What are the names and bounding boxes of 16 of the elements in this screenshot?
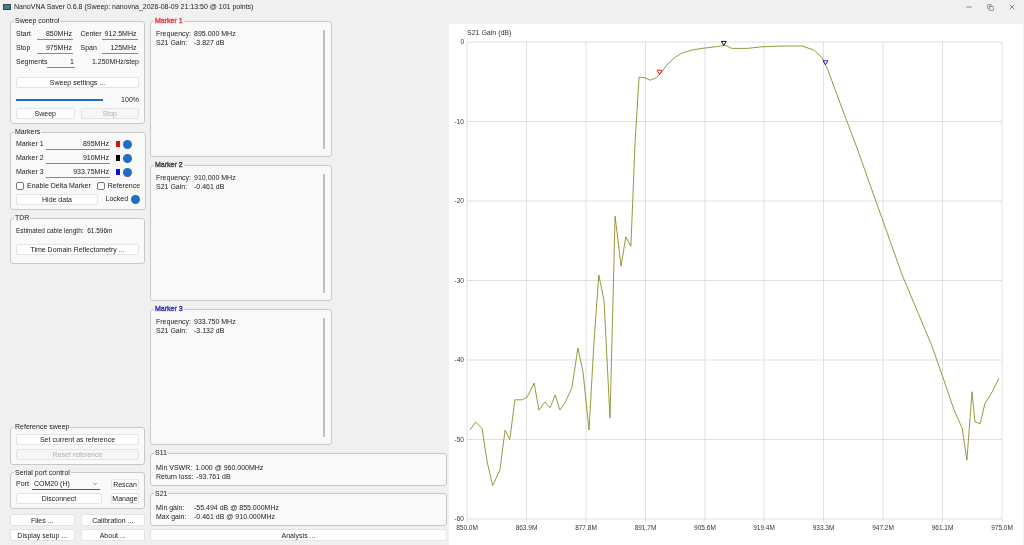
marker-triangle [720, 40, 727, 46]
scrollbar[interactable] [323, 317, 325, 437]
minimize-icon[interactable] [965, 3, 973, 11]
close-icon[interactable] [1008, 3, 1016, 11]
scrollbar[interactable] [323, 173, 325, 293]
checkbox[interactable] [16, 181, 24, 190]
chevron-down-icon [92, 481, 98, 487]
checkbox[interactable] [96, 181, 105, 190]
scrollbar[interactable] [323, 29, 325, 149]
app-icon [3, 4, 11, 10]
marker-color-swatch[interactable] [116, 141, 120, 147]
marker-color-swatch[interactable] [116, 169, 120, 175]
marker-triangle [822, 60, 829, 66]
marker-color-swatch[interactable] [116, 155, 120, 161]
restore-icon[interactable] [987, 3, 994, 11]
marker-triangle [656, 69, 663, 75]
